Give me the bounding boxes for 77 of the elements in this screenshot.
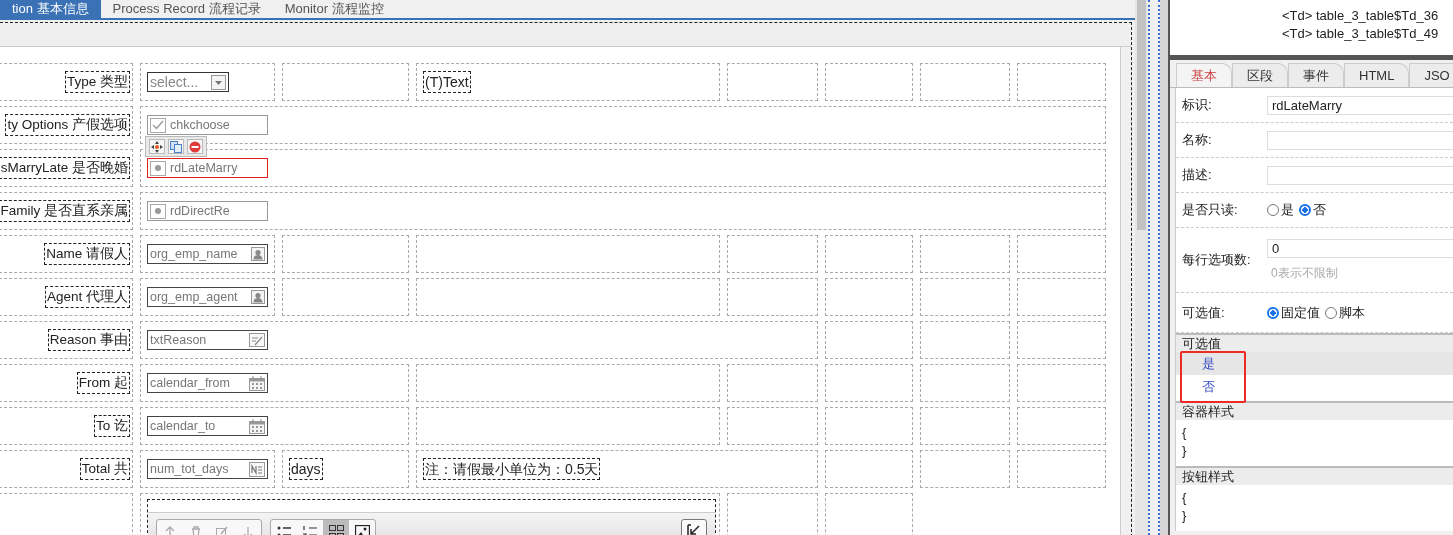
tab[interactable]: Monitor 流程监控 <box>272 0 396 18</box>
tab[interactable]: 事件 <box>1288 63 1344 87</box>
field-label: From 起 <box>76 372 130 394</box>
form-control-widget[interactable]: calendar_from <box>147 373 268 393</box>
list-item[interactable]: 否 <box>1176 375 1453 398</box>
code-line: } <box>1181 507 1188 525</box>
move-icon <box>151 140 163 153</box>
section-header: 可选值 <box>1182 336 1221 351</box>
field-label: ty Options 产假选项 <box>5 114 130 136</box>
form-control-widget[interactable]: org_emp_name <box>147 244 268 264</box>
form-control-widget[interactable]: chkchoose <box>147 115 268 135</box>
move-button[interactable] <box>149 139 165 154</box>
radio-option[interactable]: 是 <box>1267 200 1294 220</box>
radio-option[interactable]: 固定值 <box>1267 302 1320 323</box>
tab[interactable]: JSO <box>1409 63 1453 87</box>
checkbox-icon <box>152 120 164 130</box>
text-field[interactable]: 0 <box>1267 238 1453 258</box>
form-control-widget[interactable]: org_emp_agent <box>147 287 268 307</box>
delete-button[interactable] <box>187 139 203 154</box>
calendar-icon <box>249 375 265 391</box>
property-label: 是否只读: <box>1182 201 1239 220</box>
tab[interactable]: Process Record 流程记录 <box>100 0 273 18</box>
tree-item[interactable]: <Td> table_3_table$Td_36 <box>1282 7 1453 25</box>
tab[interactable]: HTML <box>1344 63 1410 87</box>
list-item[interactable]: 是 <box>1176 352 1453 375</box>
bulleted-list-icon <box>276 525 292 535</box>
person-icon <box>251 247 265 261</box>
property-label: 每行选项数: <box>1182 251 1252 270</box>
hint-text: 0表示不限制 <box>1270 264 1339 282</box>
radio-icon <box>155 165 161 171</box>
field-label: sMarryLate 是否晚婚 <box>0 157 130 179</box>
tree-item[interactable]: <Td> table_3_table$Td_49 <box>1282 25 1453 43</box>
field-label: Agent 代理人 <box>44 286 130 308</box>
field-label: To 讫 <box>94 415 130 437</box>
field-label: Total 共 <box>79 458 130 480</box>
form-control-widget[interactable]: rdLateMarry <box>147 158 268 178</box>
field-label: Reason 事由 <box>47 329 130 351</box>
copy-icon <box>170 140 182 153</box>
field-label: Type 类型 <box>64 71 130 93</box>
text-label: days <box>289 458 323 480</box>
text-label: 注：请假最小单位为：0.5天 <box>423 458 601 480</box>
property-label: 名称: <box>1182 131 1213 150</box>
number-icon <box>249 461 265 477</box>
property-label: 可选值: <box>1182 303 1226 322</box>
section-header: 容器样式 <box>1182 404 1234 419</box>
panel-splitter[interactable] <box>1148 0 1160 535</box>
collapse-icon <box>687 524 701 535</box>
form-control-widget[interactable]: rdDirectRe <box>147 201 268 221</box>
tab[interactable]: tion 基本信息 <box>0 0 101 18</box>
select-field[interactable]: select... <box>147 72 229 92</box>
delete-icon <box>189 140 201 153</box>
code-line: { <box>1181 424 1188 442</box>
tab[interactable]: 基本 <box>1176 63 1232 87</box>
field-label: Name 请假人 <box>44 243 130 265</box>
radio-option[interactable]: 脚本 <box>1325 302 1365 323</box>
tab[interactable]: 区段 <box>1232 63 1288 87</box>
text-field[interactable]: rdLateMarry <box>1267 95 1453 115</box>
grid-icon <box>328 525 344 535</box>
image-icon <box>354 525 370 535</box>
form-control-widget[interactable]: num_tot_days <box>147 459 268 479</box>
property-label: 标识: <box>1182 96 1213 115</box>
property-label: 描述: <box>1182 166 1213 185</box>
person-icon <box>251 290 265 304</box>
radio-icon <box>155 208 161 214</box>
copy-button[interactable] <box>168 139 184 154</box>
calendar-icon <box>249 418 265 434</box>
field-label: Family 是否直系亲属 <box>0 200 130 222</box>
code-line: { <box>1181 489 1188 507</box>
radio-option[interactable]: 否 <box>1299 200 1326 220</box>
code-line: } <box>1181 442 1188 460</box>
edit-icon <box>249 333 265 347</box>
form-control-widget[interactable]: txtReason <box>147 330 268 350</box>
numbered-list-icon <box>302 525 318 535</box>
form-control-widget[interactable]: calendar_to <box>147 416 268 436</box>
text-label: (T)Text <box>423 71 471 93</box>
scrollbar-thumb[interactable] <box>1137 0 1146 230</box>
section-header: 按钮样式 <box>1182 469 1234 484</box>
